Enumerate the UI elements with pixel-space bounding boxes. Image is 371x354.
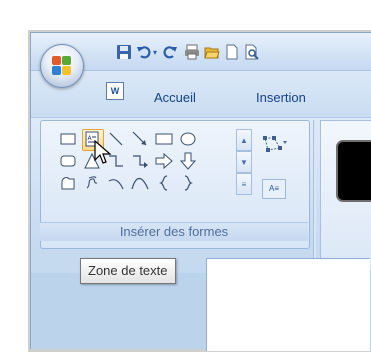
office-button[interactable] <box>40 44 84 88</box>
office-logo-icon <box>52 56 72 76</box>
scribble-shape-icon[interactable] <box>82 173 102 193</box>
new-icon[interactable] <box>224 44 240 60</box>
left-brace-shape-icon[interactable] <box>154 173 174 193</box>
save-icon[interactable] <box>116 44 132 60</box>
freeform-shape-icon[interactable] <box>58 173 78 193</box>
rectangle-shape-icon[interactable] <box>58 129 78 149</box>
rounded-rectangle-shape-icon[interactable] <box>58 151 78 171</box>
group-label-inserer-des-formes: Insérer des formes <box>40 222 308 241</box>
oval-shape-icon[interactable] <box>178 129 198 149</box>
rectangle-outline-shape-icon[interactable] <box>154 129 174 149</box>
right-brace-shape-icon[interactable] <box>178 173 198 193</box>
print-icon[interactable] <box>184 44 200 60</box>
edit-shape-icon[interactable] <box>262 134 288 156</box>
shape-style-preview[interactable] <box>336 140 371 202</box>
arrow-line-shape-icon[interactable] <box>130 129 150 149</box>
gallery-scroll-up-button[interactable]: ▲ <box>236 129 252 151</box>
text-box-button[interactable]: A≡ <box>262 179 286 199</box>
chevron-down-icon[interactable]: ▾ <box>151 44 159 60</box>
undo-icon[interactable] <box>136 44 152 60</box>
ribbon-divider <box>313 120 316 270</box>
mouse-cursor-icon <box>94 139 112 171</box>
redo-icon[interactable] <box>162 44 178 60</box>
down-arrow-shape-icon[interactable] <box>178 151 198 171</box>
slide-canvas[interactable] <box>206 258 370 351</box>
ribbon-tabs-bar <box>31 71 371 117</box>
tab-insertion[interactable]: Insertion <box>256 90 306 105</box>
open-icon[interactable] <box>204 44 220 60</box>
document-icon: W <box>106 82 124 100</box>
right-arrow-shape-icon[interactable] <box>154 151 174 171</box>
tooltip: Zone de texte <box>80 258 176 284</box>
elbow-arrow-connector-shape-icon[interactable] <box>130 151 150 171</box>
curve-shape-icon[interactable] <box>106 173 126 193</box>
tab-accueil[interactable]: Accueil <box>154 90 196 105</box>
print-preview-icon[interactable] <box>244 44 260 60</box>
arc-shape-icon[interactable] <box>130 173 150 193</box>
gallery-more-button[interactable]: ≡ <box>236 173 252 195</box>
gallery-scroll-down-button[interactable]: ▼ <box>236 151 252 173</box>
